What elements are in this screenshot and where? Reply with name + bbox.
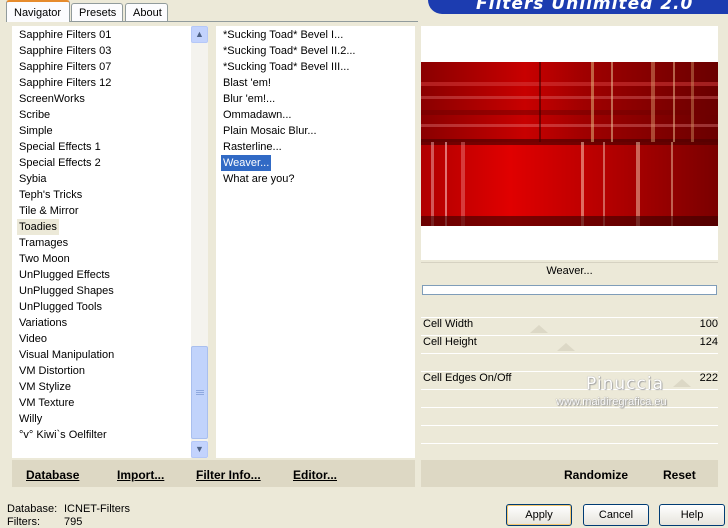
category-item[interactable]: Toadies [17,219,59,235]
category-item[interactable]: Visual Manipulation [17,347,116,363]
cell-width-label: Cell Width [423,318,474,330]
randomize-button[interactable]: Randomize [564,468,628,482]
category-item[interactable]: Sapphire Filters 12 [17,75,113,91]
filter-item[interactable]: Weaver... [221,155,272,171]
cell-width-slider[interactable] [530,325,548,333]
category-item[interactable]: Willy [17,411,44,427]
watermark-name: Pinuccia [586,374,664,394]
filter-item[interactable]: Rasterline... [221,139,284,155]
tab-navigator[interactable]: Navigator [6,0,70,22]
category-item[interactable]: Special Effects 2 [17,155,103,171]
category-item[interactable]: UnPlugged Tools [17,299,104,315]
category-item[interactable]: Video [17,331,49,347]
category-item[interactable]: Sapphire Filters 03 [17,43,113,59]
category-item[interactable]: °v° Kiwi`s Oelfilter [17,427,109,443]
cell-height-slider[interactable] [557,343,575,351]
filter-item[interactable]: *Sucking Toad* Bevel I... [221,27,345,43]
app-banner: Filters Unlimited 2.0 [428,0,728,14]
category-item[interactable]: UnPlugged Effects [17,267,112,283]
cell-height-value: 124 [699,336,718,348]
category-item[interactable]: Tramages [17,235,70,251]
cancel-button[interactable]: Cancel [583,504,649,526]
category-item[interactable]: Teph's Tricks [17,187,84,203]
category-list[interactable]: Sapphire Filters 01 Sapphire Filters 03 Sa… [12,26,191,458]
import-button[interactable]: Import... [117,468,164,482]
filter-item[interactable]: *Sucking Toad* Bevel III... [221,59,351,75]
category-item[interactable]: Two Moon [17,251,72,267]
filter-list[interactable]: *Sucking Toad* Bevel I... *Sucking Toad* … [216,26,415,458]
database-status-label: Database: [7,503,58,515]
filter-name-label: Weaver... [546,265,593,277]
tab-about[interactable]: About [125,3,168,21]
scroll-thumb[interactable] [191,346,208,439]
category-item[interactable]: Sapphire Filters 01 [17,27,113,43]
filter-item[interactable]: What are you? [221,171,297,187]
filter-item[interactable]: Blur 'em!... [221,91,277,107]
cell-edges-label: Cell Edges On/Off [423,372,512,384]
filter-item[interactable]: Ommadawn... [221,107,293,123]
database-status-value: ICNET-Filters [64,503,130,515]
help-button[interactable]: Help [659,504,725,526]
app-title: Filters Unlimited 2.0 [476,0,694,14]
category-item[interactable]: UnPlugged Shapes [17,283,116,299]
category-item[interactable]: VM Distortion [17,363,87,379]
cell-edges-value: 222 [699,372,718,384]
category-item[interactable]: Sapphire Filters 07 [17,59,113,75]
scroll-down-button[interactable]: ▼ [191,441,208,458]
category-item[interactable]: Simple [17,123,55,139]
category-item[interactable]: Scribe [17,107,52,123]
filters-status-value: 795 [64,516,83,528]
database-button[interactable]: Database [26,468,79,482]
category-scrollbar[interactable]: ▲ ▼ [191,26,208,458]
filter-item[interactable]: Blast 'em! [221,75,273,91]
category-item[interactable]: Sybia [17,171,49,187]
reset-button[interactable]: Reset [663,468,696,482]
filter-info-button[interactable]: Filter Info... [196,468,261,482]
category-item[interactable]: Tile & Mirror [17,203,80,219]
cell-width-value: 100 [699,318,718,330]
category-item[interactable]: ScreenWorks [17,91,87,107]
filter-item[interactable]: Plain Mosaic Blur... [221,123,319,139]
category-item[interactable]: VM Texture [17,395,76,411]
watermark-url: www.maidiregrafica.eu [556,396,667,408]
cell-height-label: Cell Height [423,336,477,348]
scroll-up-button[interactable]: ▲ [191,26,208,43]
category-item[interactable]: VM Stylize [17,379,73,395]
editor-button[interactable]: Editor... [293,468,337,482]
apply-button[interactable]: Apply [506,504,572,526]
filters-status-label: Filters: [7,516,40,528]
progress-bar [422,285,717,295]
preview-image [421,62,718,226]
tab-presets[interactable]: Presets [71,3,123,21]
category-item[interactable]: Variations [17,315,69,331]
category-item[interactable]: Special Effects 1 [17,139,103,155]
filter-item[interactable]: *Sucking Toad* Bevel II.2... [221,43,358,59]
cell-edges-slider[interactable] [673,379,691,387]
